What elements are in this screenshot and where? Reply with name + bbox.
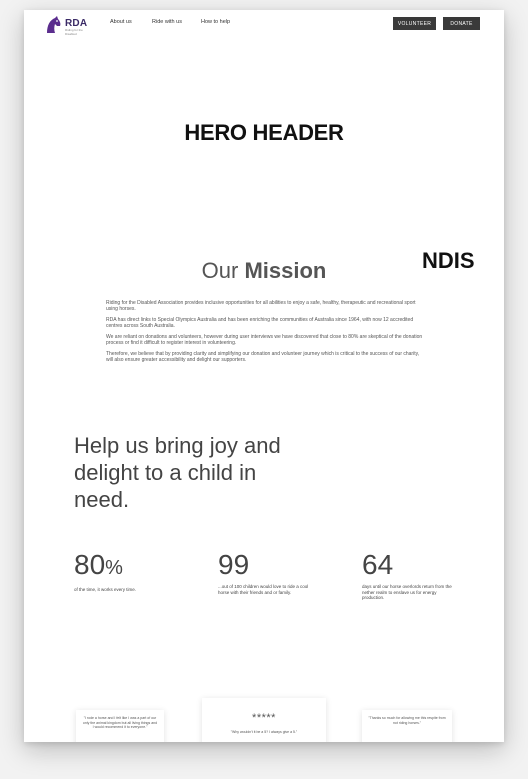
stat-number: 99 [218,550,310,580]
hero-header: HERO HEADER [184,120,344,145]
volunteer-button[interactable]: VOLUNTEER [393,17,436,30]
horse-head-icon [47,16,61,33]
help-headline: Help us bring joy and delight to a child… [74,433,281,512]
stat-description: ...out of 100 children would love to rid… [218,584,309,595]
stat-number-value: 64 [362,549,394,580]
stat-number-value: 80 [74,549,106,580]
mission-paragraph: Riding for the Disabled Association prov… [106,300,416,313]
stat-number: 80% [74,550,166,583]
mission-paragraph: RDA has direct links to Special Olympics… [106,316,414,330]
mission-title: Our Mission [24,258,504,284]
stat-block: 64 days until our horse overlords return… [362,550,454,601]
testimonial-card-featured: ***** "Why wouldn't it be a 5? I always … [202,698,326,742]
page: RDA Riding for the Disabled About us Rid… [24,10,504,742]
rda-logo[interactable]: RDA Riding for the Disabled [44,15,94,36]
nav-link-ride-with-us[interactable]: Ride with us [152,19,182,25]
testimonial-card: "I rode a horse and I felt like I was a … [76,710,164,742]
nav-link-how-to-help[interactable]: How to help [201,19,230,25]
mission-title-light: Our [201,258,239,283]
stat-block: 80% of the time, it works every time. [74,550,166,593]
mission-title-bold: Mission [244,258,327,283]
donate-button[interactable]: DONATE [443,17,480,30]
stat-number-value: 99 [218,549,250,580]
mission-body: Riding for the Disabled Association prov… [106,300,424,368]
testimonial-card: "Thanks so much for allowing me this res… [362,710,452,742]
nav-link-about-us[interactable]: About us [110,19,132,25]
logo-subtext: Riding for the Disabled [65,28,83,36]
testimonial-quote: "Why wouldn't it be a 5? I always give a… [230,730,298,734]
stat-description: of the time, it works every time. [74,587,137,592]
stat-number: 64 [362,550,454,580]
stat-number-unit: % [105,557,123,579]
mission-paragraph: Therefore, we believe that by providing … [106,350,420,363]
stat-block: 99 ...out of 100 children would love to … [218,550,310,595]
top-navbar: RDA Riding for the Disabled About us Rid… [24,10,504,38]
star-rating: ***** [252,712,276,724]
testimonial-quote: "I rode a horse and I felt like I was a … [82,716,158,729]
testimonial-quote: "Thanks so much for allowing me this res… [368,716,446,725]
stat-description: days until our horse overlords return fr… [362,584,452,600]
mission-paragraph: We are reliant on donations and voluntee… [106,333,423,347]
